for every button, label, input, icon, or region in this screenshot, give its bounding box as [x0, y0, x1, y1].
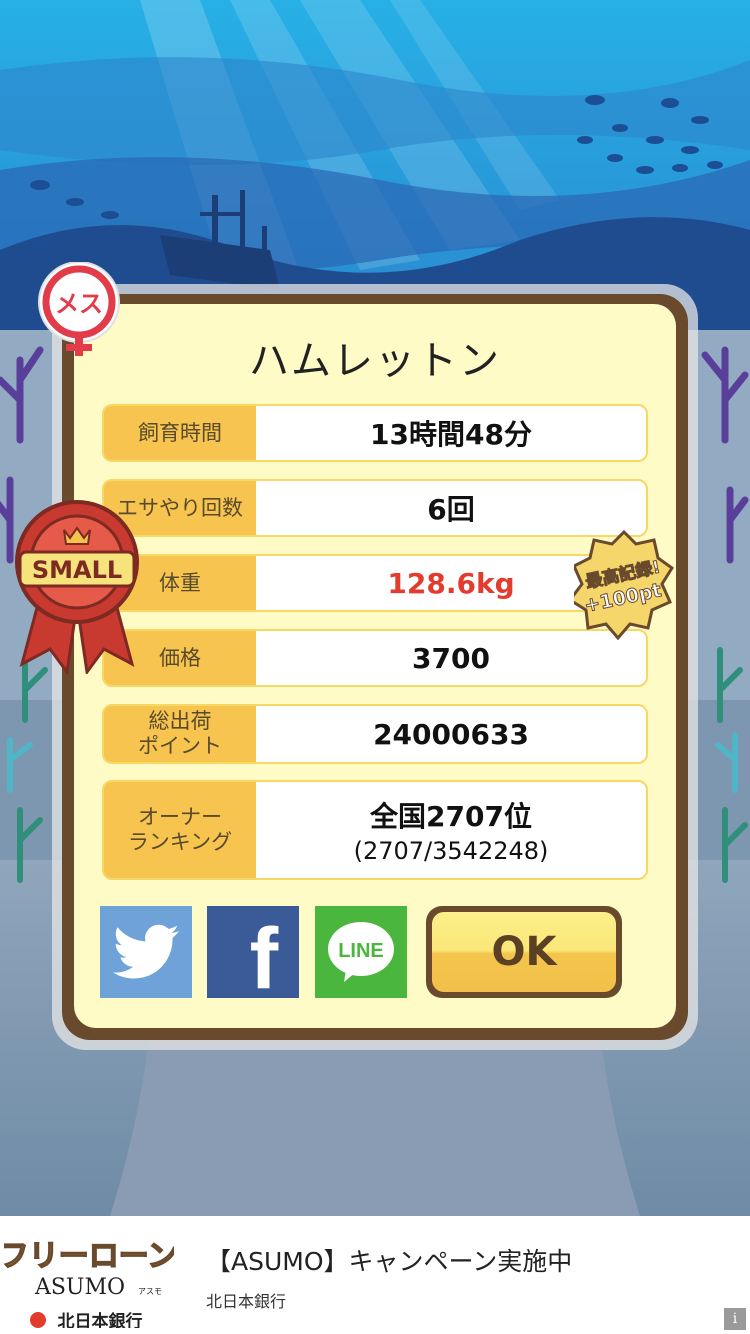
facebook-f-icon: f	[249, 911, 279, 1007]
stat-value: 13時間48分	[256, 406, 646, 460]
female-badge-icon: メス	[38, 262, 120, 356]
ok-button-label: OK	[432, 912, 616, 992]
stat-row-weight: 体重 128.6kg	[102, 554, 648, 612]
ok-button[interactable]: OK	[426, 906, 622, 998]
stat-row-price: 価格 3700	[102, 629, 648, 687]
ad-logo-bank: 北日本銀行	[58, 1311, 143, 1328]
ad-advertiser: 北日本銀行	[206, 1292, 287, 1311]
asumo-ad-logo: フリーローン ASUMO アスモ 北日本銀行	[4, 1238, 174, 1328]
twitter-bird-icon	[113, 924, 179, 979]
ad-banner[interactable]: フリーローン ASUMO アスモ 北日本銀行 【ASUMO】キャンペーン実施中 …	[0, 1216, 750, 1334]
stat-row-raising-time: 飼育時間 13時間48分	[102, 404, 648, 462]
record-star-badge-icon: 最高記録! +100pt	[574, 530, 674, 640]
small-size-rosette-icon: SMALL	[15, 500, 139, 674]
stat-row-feed-count: エサやり回数 6回	[102, 479, 648, 537]
facebook-share-button[interactable]: f	[207, 906, 299, 1005]
size-badge-text: SMALL	[32, 556, 122, 584]
line-share-button[interactable]: LINE	[315, 906, 407, 998]
ad-info-icon[interactable]: i	[724, 1308, 746, 1330]
pet-name-title: ハムレットン	[249, 338, 501, 384]
ad-logo-line2: ASUMO	[34, 1275, 125, 1300]
stat-row-owner-ranking: オーナー ランキング 全国2707位 (2707/3542248)	[102, 780, 648, 880]
ad-logo-line1: フリーローン	[4, 1239, 174, 1274]
ranking-detail: (2707/3542248)	[353, 837, 549, 865]
result-card: ハムレットン 飼育時間 13時間48分 エサやり回数 6回 体重 128.6kg…	[74, 304, 676, 1028]
stat-value-group: 全国2707位 (2707/3542248)	[256, 782, 646, 878]
stat-label: オーナー ランキング	[104, 782, 256, 878]
female-badge-text: メス	[55, 290, 103, 318]
stat-value: 24000633	[256, 706, 646, 762]
twitter-share-button[interactable]	[100, 906, 192, 998]
ad-logo-kana: アスモ	[138, 1287, 162, 1296]
ad-title[interactable]: 【ASUMO】キャンペーン実施中	[206, 1242, 572, 1278]
stat-row-total-points: 総出荷 ポイント 24000633	[102, 704, 648, 764]
stat-label: 飼育時間	[104, 406, 256, 460]
stat-label: 総出荷 ポイント	[104, 706, 256, 762]
line-bubble-icon: LINE	[328, 922, 394, 982]
ranking-value: 全国2707位	[370, 800, 532, 833]
stat-value: 6回	[256, 481, 646, 535]
line-text: LINE	[338, 940, 384, 962]
